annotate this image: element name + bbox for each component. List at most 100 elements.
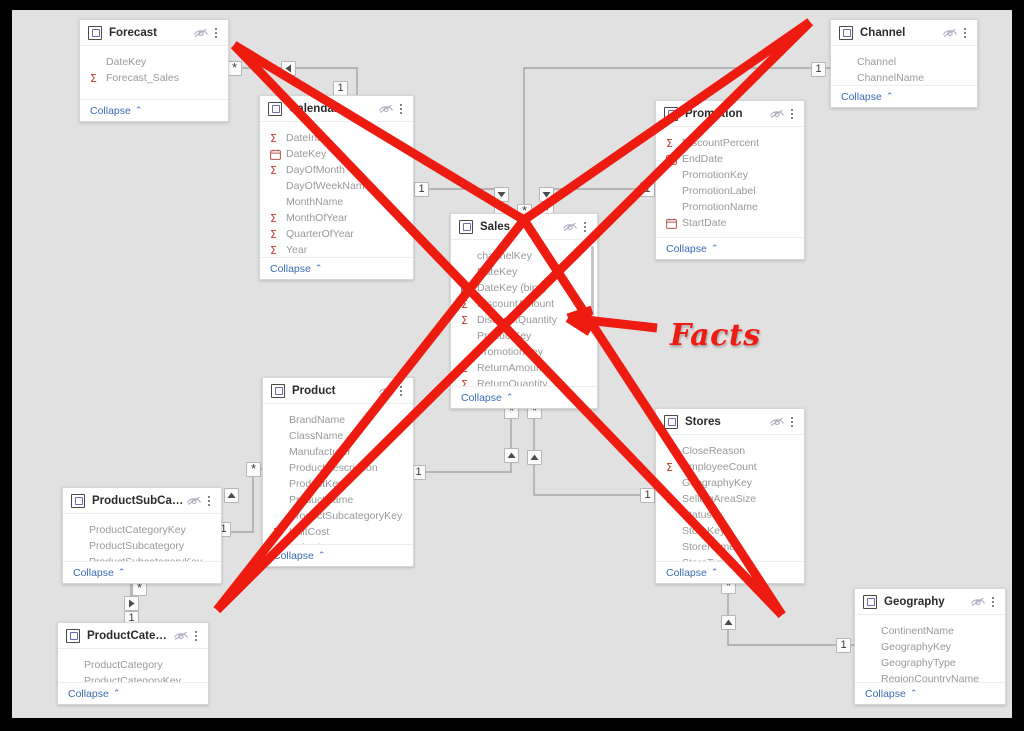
field-row[interactable]: StoreKey xyxy=(656,523,804,539)
table-card-channel[interactable]: Channel Channel ChannelName Collapse ⌃ xyxy=(830,19,978,108)
more-options-icon[interactable] xyxy=(204,494,214,508)
field-row[interactable]: StoreType xyxy=(656,555,804,561)
cross-filter-badge-b-prod-filter[interactable] xyxy=(504,448,519,463)
more-options-icon[interactable] xyxy=(580,220,590,234)
field-row[interactable]: ΣUnitPrice xyxy=(263,540,413,545)
field-row[interactable]: ProductKey xyxy=(263,476,413,492)
more-options-icon[interactable] xyxy=(211,26,221,40)
field-row[interactable]: StoreName xyxy=(656,539,804,555)
collapse-button[interactable]: Collapse ⌃ xyxy=(656,561,804,583)
field-row[interactable]: MonthName xyxy=(260,194,413,210)
collapse-button[interactable]: Collapse ⌃ xyxy=(58,682,208,704)
field-row[interactable]: Σ ReturnQuantity xyxy=(451,376,597,387)
cross-filter-badge-b-pc-filter[interactable] xyxy=(124,596,139,611)
cardinality-badge-b-calendar-one[interactable]: 1 xyxy=(333,81,348,96)
more-options-icon[interactable] xyxy=(396,102,406,116)
field-row[interactable]: ProductName xyxy=(263,492,413,508)
table-card-calendar[interactable]: Calendar Σ DateInt DateKey Σ DayOfMonth DayOfW… xyxy=(259,95,414,280)
cross-filter-badge-b-promo-filter[interactable] xyxy=(539,187,554,202)
field-row[interactable]: RegionCountryName xyxy=(855,671,1005,682)
model-view-canvas[interactable]: Forecast DateKey Σ Forecast_Sales Collapse ⌃ C… xyxy=(12,10,1012,718)
table-header[interactable]: ProductCategory xyxy=(58,623,208,649)
collapse-button[interactable]: Collapse ⌃ xyxy=(855,682,1005,704)
field-row[interactable]: Σ QuarterOfYear xyxy=(260,226,413,242)
table-header[interactable]: Promotion xyxy=(656,101,804,127)
field-row[interactable]: DateKey xyxy=(80,54,228,70)
field-row[interactable]: EndDate xyxy=(656,151,804,167)
cardinality-badge-b-forecast-many[interactable]: * xyxy=(227,61,242,76)
field-row[interactable]: GeographyKey xyxy=(656,475,804,491)
hide-eye-icon[interactable] xyxy=(769,107,785,121)
table-card-forecast[interactable]: Forecast DateKey Σ Forecast_Sales Collapse ⌃ xyxy=(79,19,229,122)
field-row[interactable]: Σ DateInt xyxy=(260,130,413,146)
collapse-button[interactable]: Collapse ⌃ xyxy=(656,237,804,259)
field-row[interactable]: ChannelName xyxy=(831,70,977,85)
cardinality-badge-b-cal-sales-one[interactable]: 1 xyxy=(414,182,429,197)
cross-filter-badge-b-geo-filter[interactable] xyxy=(721,615,736,630)
table-header[interactable]: Stores xyxy=(656,409,804,435)
collapse-button[interactable]: Collapse ⌃ xyxy=(80,99,228,121)
field-row[interactable]: Σ Forecast_Sales xyxy=(80,70,228,86)
field-row[interactable]: channelKey xyxy=(451,248,597,264)
field-row[interactable]: DayOfWeekName xyxy=(260,178,413,194)
field-row[interactable]: ProductCategory xyxy=(58,657,208,673)
cross-filter-badge-b-cal-filter[interactable] xyxy=(494,187,509,202)
collapse-button[interactable]: Collapse ⌃ xyxy=(451,386,597,408)
table-header[interactable]: Geography xyxy=(855,589,1005,615)
field-row[interactable]: Σ DiscountQuantity xyxy=(451,312,597,328)
field-row[interactable]: Σ SellingAreaSize xyxy=(656,491,804,507)
hide-eye-icon[interactable] xyxy=(173,629,189,643)
table-card-stores[interactable]: Stores CloseReason Σ EmployeeCount Geography… xyxy=(655,408,805,584)
field-row[interactable]: ContinentName xyxy=(855,623,1005,639)
field-row[interactable]: Σ DiscountAmount xyxy=(451,296,597,312)
field-row[interactable]: DateKey xyxy=(260,146,413,162)
field-row[interactable]: CloseReason xyxy=(656,443,804,459)
table-card-sales[interactable]: Sales channelKey DateKey DateKey (bins) Σ Dis… xyxy=(450,213,598,409)
field-row[interactable]: Σ EmployeeCount xyxy=(656,459,804,475)
field-row[interactable]: GeographyType xyxy=(855,655,1005,671)
field-row[interactable]: Σ ReturnAmount xyxy=(451,360,597,376)
table-header[interactable]: Calendar xyxy=(260,96,413,122)
hide-eye-icon[interactable] xyxy=(193,26,209,40)
cardinality-badge-b-promo-one[interactable]: 1 xyxy=(640,182,655,197)
table-card-geography[interactable]: Geography ContinentName GeographyKey Geogra… xyxy=(854,588,1006,705)
hide-eye-icon[interactable] xyxy=(562,220,578,234)
cardinality-badge-b-chan-one[interactable]: 1 xyxy=(811,62,826,77)
field-row[interactable]: DateKey (bins) xyxy=(451,280,597,296)
field-row[interactable]: ProductCategoryKey xyxy=(58,673,208,682)
more-options-icon[interactable] xyxy=(191,629,201,643)
hide-eye-icon[interactable] xyxy=(378,384,394,398)
more-options-icon[interactable] xyxy=(787,415,797,429)
table-header[interactable]: ProductSubCategory xyxy=(63,488,221,514)
collapse-button[interactable]: Collapse ⌃ xyxy=(263,544,413,566)
hide-eye-icon[interactable] xyxy=(378,102,394,116)
hide-eye-icon[interactable] xyxy=(769,415,785,429)
field-row[interactable]: ClassName xyxy=(263,428,413,444)
table-header[interactable]: Forecast xyxy=(80,20,228,46)
field-row[interactable]: PromotionName xyxy=(656,199,804,215)
field-row[interactable]: Σ DayOfMonth xyxy=(260,162,413,178)
field-row[interactable]: PromotionKey xyxy=(656,167,804,183)
field-list-scrollbar[interactable] xyxy=(591,246,594,334)
table-header[interactable]: Channel xyxy=(831,20,977,46)
table-header[interactable]: Sales xyxy=(451,214,597,240)
field-row[interactable]: PromotionLabel xyxy=(656,183,804,199)
field-row[interactable]: Σ Year xyxy=(260,242,413,257)
cardinality-badge-b-geo-one[interactable]: 1 xyxy=(836,638,851,653)
hide-eye-icon[interactable] xyxy=(186,494,202,508)
table-header[interactable]: Product xyxy=(263,378,413,404)
table-card-promotion[interactable]: Promotion Σ DiscountPercent EndDate Promotio… xyxy=(655,100,805,260)
field-row[interactable]: ProductSubcategoryKey xyxy=(263,508,413,524)
field-row[interactable]: StartDate xyxy=(656,215,804,231)
cardinality-badge-b-stores-one[interactable]: 1 xyxy=(640,488,655,503)
more-options-icon[interactable] xyxy=(988,595,998,609)
field-row[interactable]: Channel xyxy=(831,54,977,70)
field-row[interactable]: Σ DiscountPercent xyxy=(656,135,804,151)
cross-filter-badge-b-psc-filter[interactable] xyxy=(224,488,239,503)
field-row[interactable]: ProductSubcategory xyxy=(63,538,221,554)
collapse-button[interactable]: Collapse ⌃ xyxy=(260,257,413,279)
more-options-icon[interactable] xyxy=(396,384,406,398)
field-row[interactable]: Σ UnitCost xyxy=(263,524,413,540)
more-options-icon[interactable] xyxy=(960,26,970,40)
hide-eye-icon[interactable] xyxy=(942,26,958,40)
